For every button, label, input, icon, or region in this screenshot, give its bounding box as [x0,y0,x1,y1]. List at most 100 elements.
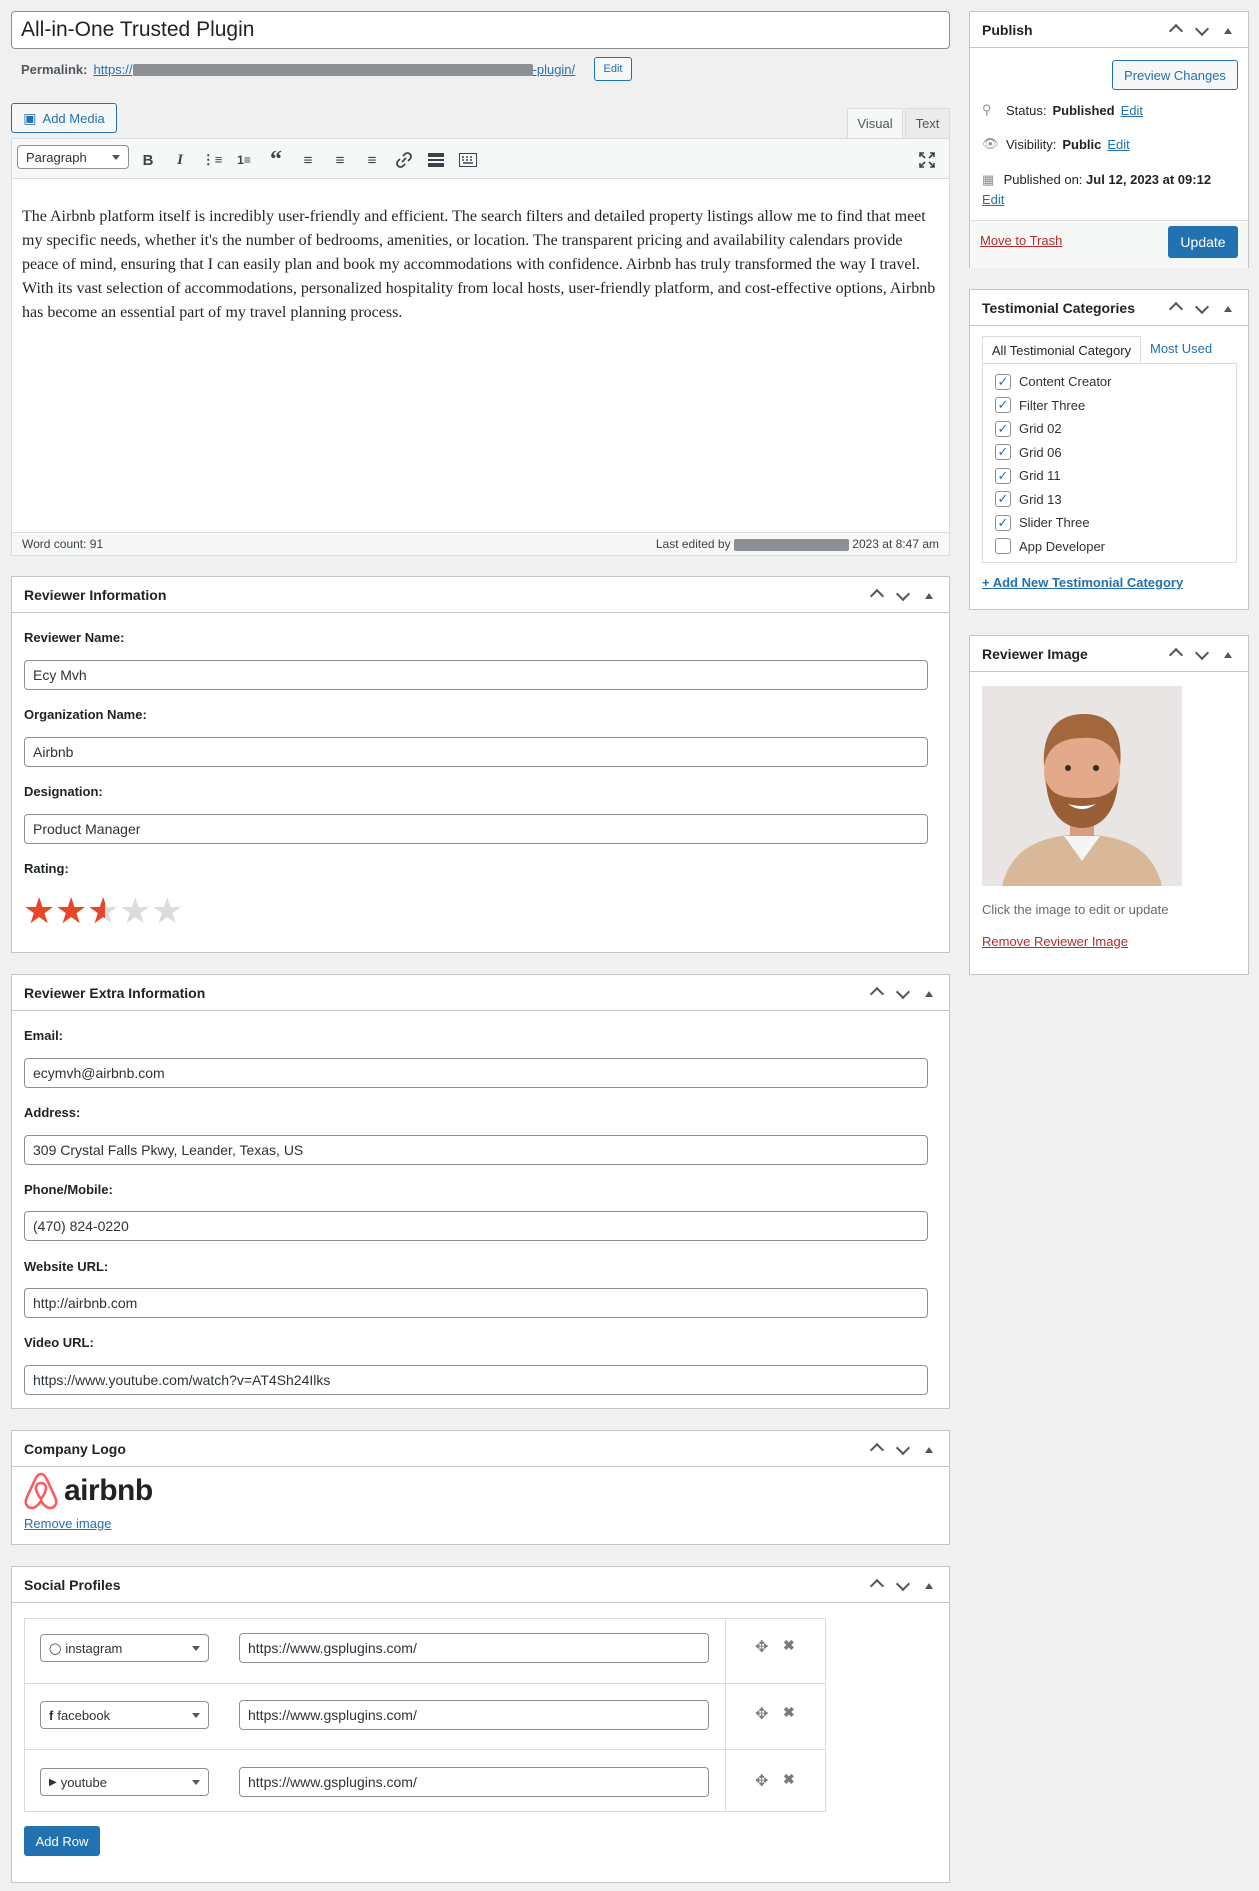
reviewer-info-header[interactable]: Reviewer Information [12,577,949,613]
permalink-link[interactable]: https://-plugin/ [93,62,575,77]
publish-header[interactable]: Publish [970,12,1248,48]
categories-header[interactable]: Testimonial Categories [970,290,1248,326]
move-down-icon[interactable] [1194,645,1210,661]
toggle-panel-icon[interactable] [1220,301,1236,315]
move-up-icon[interactable] [869,983,885,1002]
read-more-icon[interactable] [424,148,448,172]
move-down-icon[interactable] [895,586,911,602]
tab-most-used[interactable]: Most Used [1150,341,1212,356]
visibility-edit-link[interactable]: Edit [1107,137,1129,152]
reviewer-extra-header[interactable]: Reviewer Extra Information [12,975,949,1011]
move-down-icon[interactable] [1194,299,1210,315]
format-select[interactable]: Paragraph [17,145,129,169]
update-button[interactable]: Update [1168,226,1238,258]
category-checkbox[interactable] [995,538,1011,555]
numbered-list-icon[interactable]: 1≡ [232,148,256,172]
address-input[interactable]: 309 Crystal Falls Pkwy, Leander, Texas, … [24,1135,928,1165]
category-checkbox[interactable]: ✓ [995,467,1011,484]
blockquote-icon[interactable]: “ [264,147,288,173]
video-input[interactable]: https://www.youtube.com/watch?v=AT4Sh24I… [24,1365,928,1395]
move-up-icon[interactable] [1168,644,1184,663]
drag-handle-icon[interactable]: ✥ [755,1704,768,1724]
add-media-button[interactable]: ▣ Add Media [11,103,117,133]
move-to-trash-link[interactable]: Move to Trash [980,233,1062,248]
remove-row-icon[interactable]: ✖ [783,1771,795,1788]
category-item[interactable]: ✓ Grid 13 [995,488,1236,512]
category-item[interactable]: ✓ Grid 11 [995,464,1236,488]
category-checkbox[interactable]: ✓ [995,514,1011,531]
toggle-panel-icon[interactable] [921,1442,937,1456]
remove-logo-link[interactable]: Remove image [24,1516,111,1531]
status-edit-link[interactable]: Edit [1121,103,1143,118]
remove-reviewer-image-link[interactable]: Remove Reviewer Image [982,934,1128,949]
drag-handle-icon[interactable]: ✥ [755,1637,768,1657]
remove-row-icon[interactable]: ✖ [783,1637,795,1654]
category-item[interactable]: ✓ Grid 06 [995,441,1236,465]
reviewer-name-label: Reviewer Name: [24,630,125,645]
reviewer-image-header[interactable]: Reviewer Image [970,636,1248,672]
reviewer-photo[interactable] [982,686,1182,886]
toggle-panel-icon[interactable] [1220,647,1236,661]
email-input[interactable]: ecymvh@airbnb.com [24,1058,928,1088]
tab-all-categories[interactable]: All Testimonial Category [982,336,1141,364]
move-up-icon[interactable] [869,1575,885,1594]
move-down-icon[interactable] [895,984,911,1000]
move-down-icon[interactable] [1194,21,1210,37]
remove-row-icon[interactable]: ✖ [783,1704,795,1721]
tab-visual[interactable]: Visual [847,108,903,138]
move-down-icon[interactable] [895,1576,911,1592]
social-network-select[interactable]: f facebook [40,1701,209,1729]
website-input[interactable]: http://airbnb.com [24,1288,928,1318]
reviewer-name-input[interactable]: Ecy Mvh [24,660,928,690]
category-item[interactable]: ✓ Filter Three [995,394,1236,418]
phone-input[interactable]: (470) 824-0220 [24,1211,928,1241]
fullscreen-icon[interactable] [915,148,939,172]
italic-icon[interactable]: I [168,148,192,172]
toggle-panel-icon[interactable] [921,588,937,602]
move-up-icon[interactable] [869,1439,885,1458]
designation-input[interactable]: Product Manager [24,814,928,844]
move-up-icon[interactable] [1168,20,1184,39]
company-logo-text: airbnb [64,1474,153,1507]
category-checkbox[interactable]: ✓ [995,444,1011,461]
align-right-icon[interactable]: ≡ [360,148,384,172]
category-checkbox[interactable]: ✓ [995,397,1011,414]
bold-icon[interactable]: B [136,148,160,172]
company-logo-image[interactable]: airbnb [24,1472,153,1510]
preview-changes-button[interactable]: Preview Changes [1112,60,1238,90]
category-checkbox[interactable]: ✓ [995,373,1011,390]
category-item[interactable]: ✓ Slider Three [995,511,1236,535]
category-item[interactable]: App Developer [995,535,1236,559]
toggle-panel-icon[interactable] [921,1578,937,1592]
company-logo-header[interactable]: Company Logo [12,1431,949,1467]
toggle-panel-icon[interactable] [1220,23,1236,37]
permalink-edit-button[interactable]: Edit [594,57,632,81]
category-checkbox[interactable]: ✓ [995,491,1011,508]
organization-name-input[interactable]: Airbnb [24,737,928,767]
social-url-input[interactable]: https://www.gsplugins.com/ [239,1700,709,1730]
published-edit-link[interactable]: Edit [982,192,1004,207]
add-row-button[interactable]: Add Row [24,1826,100,1856]
bullet-list-icon[interactable]: ⋮≡ [200,148,224,172]
move-up-icon[interactable] [1168,298,1184,317]
social-profiles-header[interactable]: Social Profiles [12,1567,949,1603]
post-title-input[interactable]: All-in-One Trusted Plugin [11,11,950,49]
align-center-icon[interactable]: ≡ [328,148,352,172]
social-url-input[interactable]: https://www.gsplugins.com/ [239,1767,709,1797]
add-new-category-link[interactable]: + Add New Testimonial Category [982,575,1183,590]
move-up-icon[interactable] [869,585,885,604]
drag-handle-icon[interactable]: ✥ [755,1771,768,1791]
move-down-icon[interactable] [895,1440,911,1456]
tab-text[interactable]: Text [905,108,950,138]
link-icon[interactable] [392,148,416,172]
align-left-icon[interactable]: ≡ [296,148,320,172]
social-network-select[interactable]: ◯ instagram [40,1634,209,1662]
social-network-select[interactable]: ▶ youtube [40,1768,209,1796]
toolbar-toggle-icon[interactable] [456,148,480,172]
category-item[interactable]: ✓ Content Creator [995,370,1236,394]
social-url-input[interactable]: https://www.gsplugins.com/ [239,1633,709,1663]
toggle-panel-icon[interactable] [921,986,937,1000]
category-checkbox[interactable]: ✓ [995,420,1011,437]
editor-content[interactable]: The Airbnb platform itself is incredibly… [22,205,937,325]
category-item[interactable]: ✓ Grid 02 [995,417,1236,441]
